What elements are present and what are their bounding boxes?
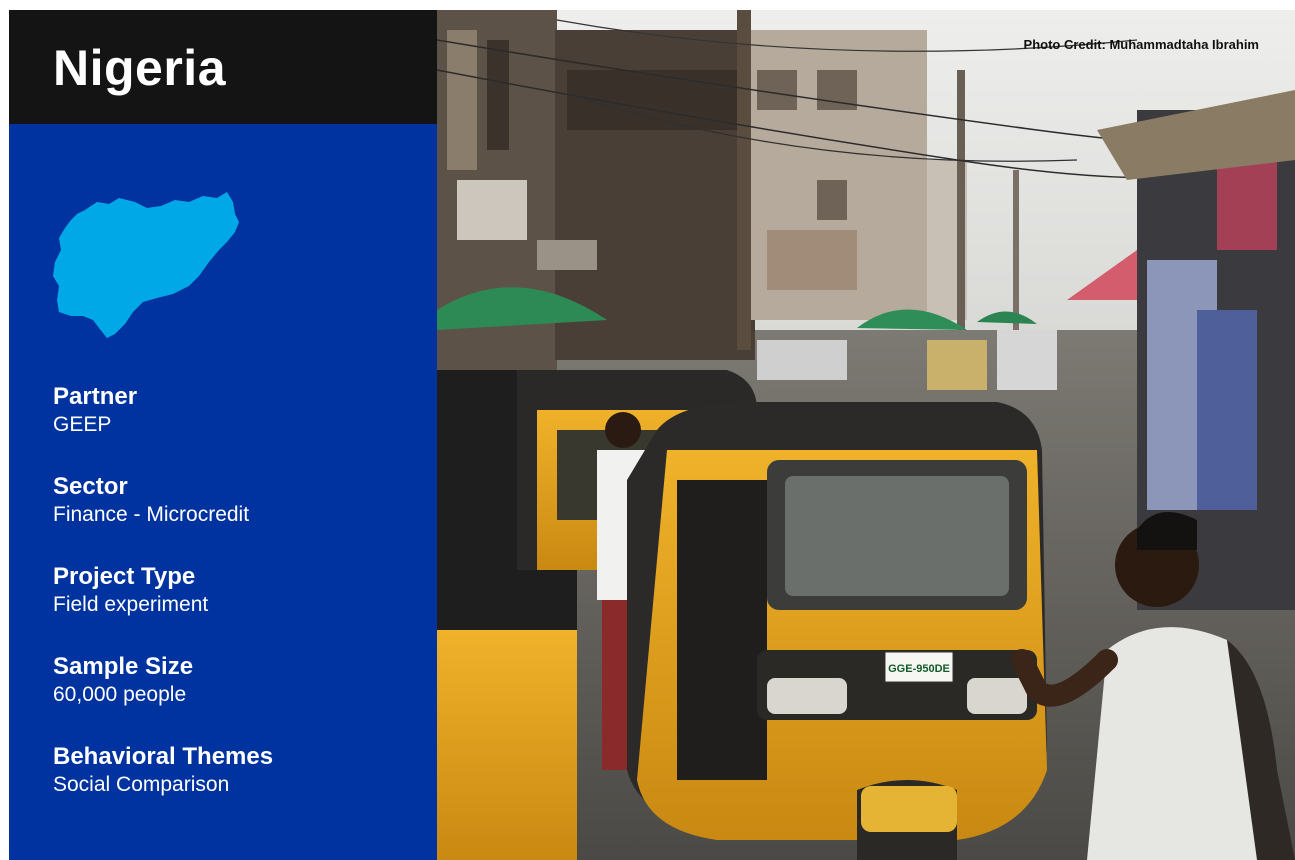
project-type-label: Project Type <box>53 563 196 590</box>
sample-size-info: Sample Size 60,000 people <box>53 652 423 742</box>
sector-value: Finance - Microcredit <box>53 503 250 526</box>
country-title: Nigeria <box>53 40 227 96</box>
street-scene-image: GGE-950DE <box>437 10 1295 860</box>
project-type-value: Field experiment <box>53 593 209 616</box>
info-panel: Nigeria Partner GEEP Sector Finance - Mi… <box>9 10 437 860</box>
nigeria-map-icon <box>53 192 239 338</box>
sector-label: Sector <box>53 473 128 500</box>
behavioral-themes-info: Behavioral Themes Social Comparison <box>53 742 423 832</box>
sector-info: Sector Finance - Microcredit <box>53 472 423 562</box>
info-list: Partner GEEP Sector Finance - Microcredi… <box>53 382 423 832</box>
street-photo: GGE-950DE Photo Credit: Muhammadtaha Ibr… <box>437 10 1295 860</box>
license-plate-text: GGE-950DE <box>888 663 950 675</box>
partner-info: Partner GEEP <box>53 382 423 472</box>
behavioral-themes-label: Behavioral Themes <box>53 743 274 770</box>
sample-size-label: Sample Size <box>53 653 194 680</box>
partner-value: GEEP <box>53 413 112 436</box>
project-card: Nigeria Partner GEEP Sector Finance - Mi… <box>9 10 1295 860</box>
photo-credit: Photo Credit: Muhammadtaha Ibrahim <box>1023 37 1259 52</box>
title-bar: Nigeria <box>9 10 437 124</box>
partner-label: Partner <box>53 383 138 410</box>
sample-size-value: 60,000 people <box>53 683 187 706</box>
behavioral-themes-value: Social Comparison <box>53 773 230 796</box>
project-type-info: Project Type Field experiment <box>53 562 423 652</box>
